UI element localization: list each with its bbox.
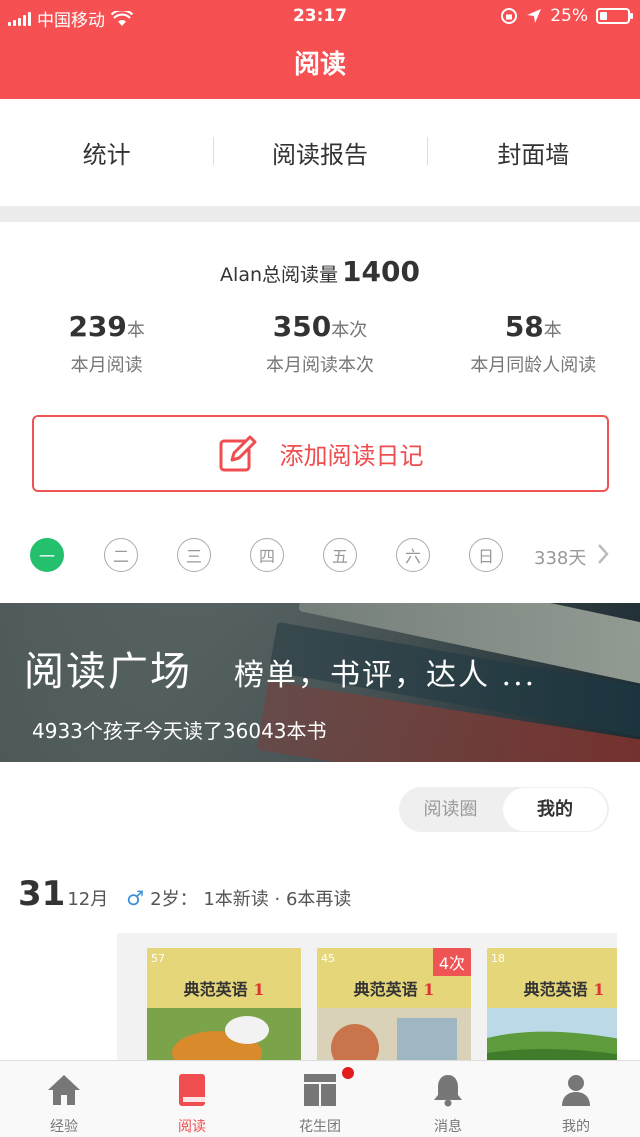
summary-total: 1400	[342, 255, 420, 288]
day-saturday[interactable]: 六	[396, 538, 430, 572]
status-right: 25%	[500, 6, 633, 26]
entry-summary: 2岁： 1本新读 · 6本再读	[150, 889, 352, 910]
stat-label: 本月阅读	[70, 355, 143, 376]
stat-unit: 本次	[331, 320, 368, 341]
chevron-right-icon[interactable]	[596, 542, 610, 566]
entry-day: 31	[18, 874, 66, 914]
tab-reading-report[interactable]: 阅读报告	[213, 135, 426, 170]
battery-icon	[596, 8, 633, 24]
tabbar-reading[interactable]: 阅读	[128, 1061, 256, 1137]
read-count-badge: 4次	[432, 948, 471, 976]
book-covers-strip: 57 典范英语 1 45 4次 典范英语 1 18 3 典范英语 1	[117, 933, 617, 1073]
battery-level	[600, 12, 607, 20]
reading-plaza-banner[interactable]: 阅读广场 榜单，书评，达人 ... 4933个孩子今天读了36043本书	[0, 603, 640, 762]
entry-month: 12月	[67, 889, 109, 910]
banner-count: 4933个孩子今天读了36043本书	[32, 719, 327, 743]
toggle-mine[interactable]: 我的	[503, 788, 607, 831]
book-cover[interactable]: 45 4次 典范英语 1	[317, 948, 471, 1073]
tabbar-me[interactable]: 我的	[512, 1061, 640, 1137]
book-icon	[179, 1074, 205, 1106]
day-sunday[interactable]: 日	[469, 538, 503, 572]
day-wednesday[interactable]: 三	[177, 538, 211, 572]
status-bar: 中国移动 23:17 25%	[0, 0, 640, 34]
cover-title: 典范英语 1	[523, 980, 605, 999]
stat-value: 350	[272, 310, 332, 343]
add-reading-diary-button[interactable]: 添加阅读日记	[32, 415, 609, 492]
stat-peer-reading: 58本 本月同龄人阅读	[427, 310, 640, 377]
tabbar-label: 经验	[50, 1119, 78, 1135]
add-reading-diary-label: 添加阅读日记	[279, 442, 424, 470]
bell-icon	[434, 1075, 462, 1107]
battery-percent: 25%	[550, 6, 588, 26]
tabbar-label: 阅读	[178, 1119, 206, 1135]
stat-monthly-books: 239本 本月阅读	[0, 310, 213, 377]
banner-subtitle: 榜单，书评，达人 ...	[234, 658, 537, 693]
diary-entry-header: 31 12月 ♂ 2岁： 1本新读 · 6本再读	[18, 874, 351, 914]
stat-unit: 本	[543, 320, 562, 341]
week-check-in: 一 二 三 四 五 六 日 338天	[30, 538, 630, 574]
cover-title: 典范英语 1	[183, 980, 265, 999]
section-divider	[0, 206, 640, 222]
male-icon: ♂	[126, 886, 145, 910]
cover-number: 45	[321, 952, 335, 965]
reading-summary: Alan总阅读量 1400	[0, 255, 640, 288]
tabbar-experience[interactable]: 经验	[0, 1061, 128, 1137]
tab-cover-wall[interactable]: 封面墙	[426, 135, 640, 170]
day-tuesday[interactable]: 二	[104, 538, 138, 572]
notification-dot	[342, 1067, 354, 1079]
location-icon	[527, 9, 542, 23]
tabbar-label: 花生团	[299, 1119, 341, 1135]
tab-stats[interactable]: 统计	[0, 135, 213, 170]
streak-days[interactable]: 338天	[534, 544, 586, 570]
tabbar-label: 我的	[562, 1119, 590, 1135]
book-cover[interactable]: 18 3 典范英语 1	[487, 948, 617, 1073]
cover-number: 18	[491, 952, 505, 965]
cover-number: 57	[151, 952, 165, 965]
grid-icon	[304, 1074, 336, 1106]
feed-toggle: 阅读圈 我的	[399, 787, 609, 832]
segment-tabs: 统计 阅读报告 封面墙	[0, 99, 640, 206]
edit-icon	[219, 435, 256, 471]
tabbar-peanut-group[interactable]: 花生团	[256, 1061, 384, 1137]
day-friday[interactable]: 五	[323, 538, 357, 572]
bottom-tab-bar: 经验 阅读 花生团 消息 我的	[0, 1060, 640, 1137]
cover-title: 典范英语 1	[353, 980, 435, 999]
stat-label: 本月阅读本次	[265, 355, 374, 376]
stat-value: 239	[68, 310, 127, 343]
person-icon	[562, 1075, 590, 1106]
tabbar-messages[interactable]: 消息	[384, 1061, 512, 1137]
day-thursday[interactable]: 四	[250, 538, 284, 572]
stat-unit: 本	[126, 320, 145, 341]
book-cover[interactable]: 57 典范英语 1	[147, 948, 301, 1073]
day-monday[interactable]: 一	[30, 538, 64, 572]
tabbar-label: 消息	[434, 1119, 462, 1135]
toggle-reading-circle[interactable]: 阅读圈	[399, 787, 502, 832]
stat-value: 58	[504, 310, 544, 343]
stat-monthly-sessions: 350本次 本月阅读本次	[213, 310, 426, 377]
page-title: 阅读	[0, 34, 640, 99]
summary-label: Alan总阅读量	[220, 264, 339, 286]
stat-label: 本月同龄人阅读	[470, 355, 597, 376]
rotation-lock-icon	[501, 8, 518, 24]
home-icon	[48, 1075, 80, 1105]
stats-row: 239本 本月阅读 350本次 本月阅读本次 58本 本月同龄人阅读	[0, 310, 640, 377]
banner-title: 阅读广场	[24, 649, 192, 695]
